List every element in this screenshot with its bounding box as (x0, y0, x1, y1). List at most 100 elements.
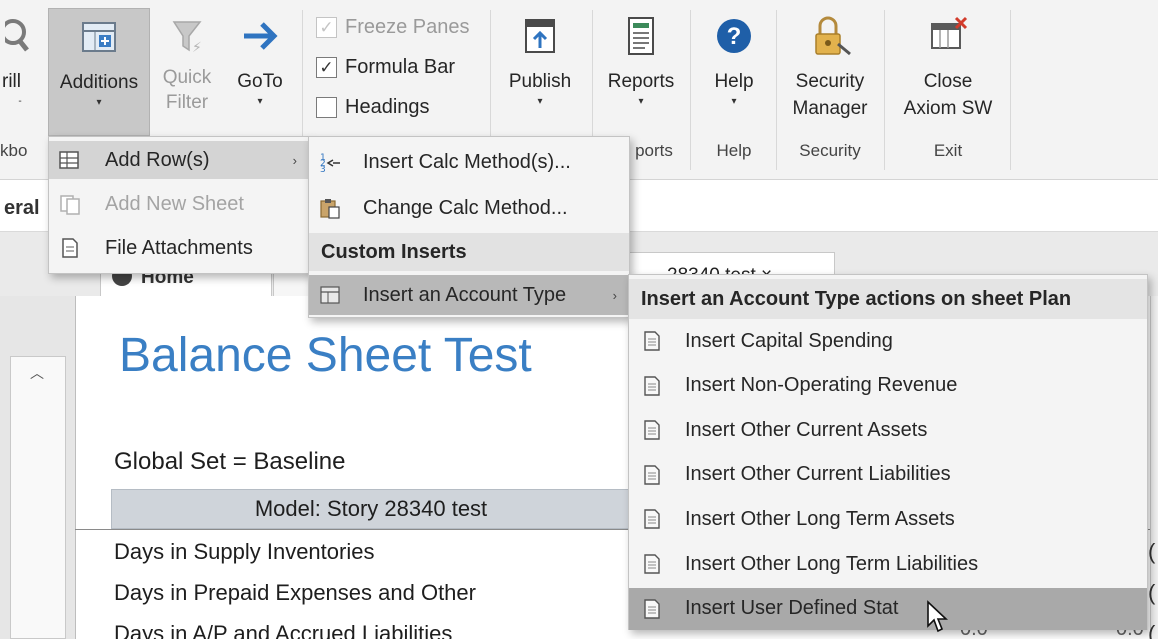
formula-bar-name-box[interactable]: eral (0, 184, 48, 232)
insert-calc-icon: 1 2 3 (320, 153, 340, 173)
model-bar: Model: Story 28340 test (111, 489, 631, 529)
document-icon (644, 331, 660, 351)
menu-item-account-type[interactable]: Insert User Defined Stat (629, 587, 1147, 630)
freeze-panes-checkbox[interactable]: ✓ Freeze Panes (316, 16, 470, 39)
additions-button[interactable]: Additions ▾ (48, 8, 150, 136)
menu-item-add-new-sheet[interactable]: Add New Sheet (49, 185, 309, 223)
menu-item-label: Insert Calc Method(s)... (363, 150, 571, 173)
close-axiom-button[interactable]: Close Axiom SW (890, 8, 1006, 134)
workbook-group-label: kbo (0, 141, 28, 160)
menu-item-label: Insert Other Long Term Assets (685, 507, 955, 530)
checkbox-box: ✓ (316, 17, 337, 38)
menu-item-add-rows[interactable]: Add Row(s) › (49, 141, 309, 179)
menu-item-label: Insert Other Current Liabilities (685, 463, 951, 486)
chevron-down-icon: ▾ (257, 96, 263, 107)
help-button[interactable]: ? Help ▾ (698, 8, 770, 134)
publish-button[interactable]: Publish ▾ (498, 8, 582, 134)
menu-item-label: Insert Capital Spending (685, 329, 893, 352)
headings-checkbox[interactable]: Headings (316, 96, 430, 119)
chevron-right-icon: › (612, 287, 617, 303)
quick-filter-label-1: Quick (162, 67, 212, 88)
reports-group-label: ports (635, 141, 673, 160)
formula-bar-label: Formula Bar (345, 56, 456, 78)
publish-label: Publish (508, 71, 572, 92)
menu-item-account-type[interactable]: Insert Non-Operating Revenue (629, 365, 1147, 407)
chevron-up-icon[interactable]: ︿ (30, 363, 44, 383)
freeze-panes-label: Freeze Panes (345, 16, 470, 38)
cell-value: ( (1148, 539, 1156, 564)
menu-item-account-type[interactable]: Insert Other Current Assets (629, 409, 1147, 451)
table-row[interactable]: Days in Prepaid Expenses and Other (114, 580, 476, 606)
document-icon (644, 375, 660, 396)
headings-label: Headings (345, 96, 430, 118)
side-scrollbar[interactable]: ︿ (10, 356, 66, 639)
security-label-1: Security (795, 71, 865, 92)
chevron-right-icon: › (292, 152, 297, 168)
ribbon-separator (1010, 10, 1011, 170)
mouse-cursor-icon (927, 600, 949, 633)
goto-button[interactable]: GoTo ▾ (226, 8, 294, 134)
reports-button[interactable]: Reports ▾ (598, 8, 684, 134)
close-workbook-icon (931, 16, 968, 49)
add-sheet-icon (60, 195, 80, 215)
table-row[interactable]: Days in A/P and Accrued Liabilities (114, 621, 452, 639)
drill-button[interactable]: rill - (0, 8, 40, 134)
additions-icon (82, 22, 116, 52)
file-attachments-icon (62, 238, 78, 258)
add-rows-icon (59, 151, 79, 169)
menu-item-label: File Attachments (105, 236, 253, 259)
reports-icon (628, 17, 654, 55)
table-row[interactable]: Days in Supply Inventories (114, 539, 374, 565)
cell-value: ( (1148, 580, 1156, 605)
menu-item-insert-account-type[interactable]: Insert an Account Type › (309, 275, 629, 315)
close-label-2: Axiom SW (903, 98, 993, 119)
menu-item-label: Change Calc Method... (363, 196, 568, 219)
menu-item-account-type[interactable]: Insert Other Long Term Liabilities (629, 543, 1147, 585)
clipboard-icon (320, 199, 340, 219)
menu-item-account-type[interactable]: Insert Capital Spending (629, 320, 1147, 362)
custom-inserts-header: Custom Inserts (309, 233, 629, 271)
document-icon (644, 554, 660, 574)
page-title: Balance Sheet Test (119, 329, 532, 382)
magnifier-icon (5, 19, 29, 52)
publish-icon (525, 19, 555, 53)
goto-label: GoTo (237, 71, 283, 92)
lock-icon (815, 16, 851, 56)
chevron-down-icon: ▾ (537, 96, 543, 107)
additions-label: Additions (59, 72, 139, 93)
menu-item-label: Insert Non-Operating Revenue (685, 374, 958, 397)
security-group-label: Security (799, 141, 861, 160)
security-manager-button[interactable]: Security Manager (782, 8, 878, 134)
menu-item-file-attachments[interactable]: File Attachments (49, 229, 309, 267)
help-label: Help (714, 71, 754, 92)
menu-item-account-type[interactable]: Insert Other Current Liabilities (629, 454, 1147, 496)
help-icon: ? (717, 19, 751, 53)
reports-label: Reports (607, 71, 675, 92)
account-type-header: Insert an Account Type actions on sheet … (629, 279, 1147, 319)
quick-filter-button[interactable]: ⚡ Quick Filter (153, 8, 221, 134)
document-icon (644, 598, 660, 619)
formula-bar-checkbox[interactable]: ✓ Formula Bar (316, 56, 455, 79)
checkbox-box: ✓ (316, 57, 337, 78)
menu-item-account-type[interactable]: Insert Other Long Term Assets (629, 498, 1147, 540)
insert-account-icon (320, 286, 340, 304)
menu-item-insert-calc-method[interactable]: 1 2 3 Insert Calc Method(s)... (309, 141, 629, 183)
menu-item-label: Add Row(s) (105, 148, 210, 171)
menu-item-label: Insert User Defined Stat (685, 597, 899, 620)
chevron-down-icon: ▾ (638, 96, 644, 107)
checkbox-box (316, 97, 337, 118)
add-rows-submenu: 1 2 3 Insert Calc Method(s)... Change Ca… (308, 136, 630, 318)
svg-text:⚡: ⚡ (192, 40, 202, 56)
section-heading: Insert an Account Type actions on sheet … (641, 287, 1072, 310)
svg-text:3: 3 (320, 165, 326, 173)
menu-item-label: Insert an Account Type (363, 283, 567, 306)
svg-text:?: ? (727, 23, 742, 50)
arrow-right-icon (244, 22, 278, 50)
close-label-1: Close (923, 71, 973, 92)
ribbon-separator (776, 10, 777, 170)
filter-icon: ⚡ (172, 21, 202, 56)
menu-item-change-calc-method[interactable]: Change Calc Method... (309, 187, 629, 229)
document-icon (644, 509, 660, 530)
cell-value: ( (1148, 621, 1156, 639)
ribbon-separator (884, 10, 885, 170)
